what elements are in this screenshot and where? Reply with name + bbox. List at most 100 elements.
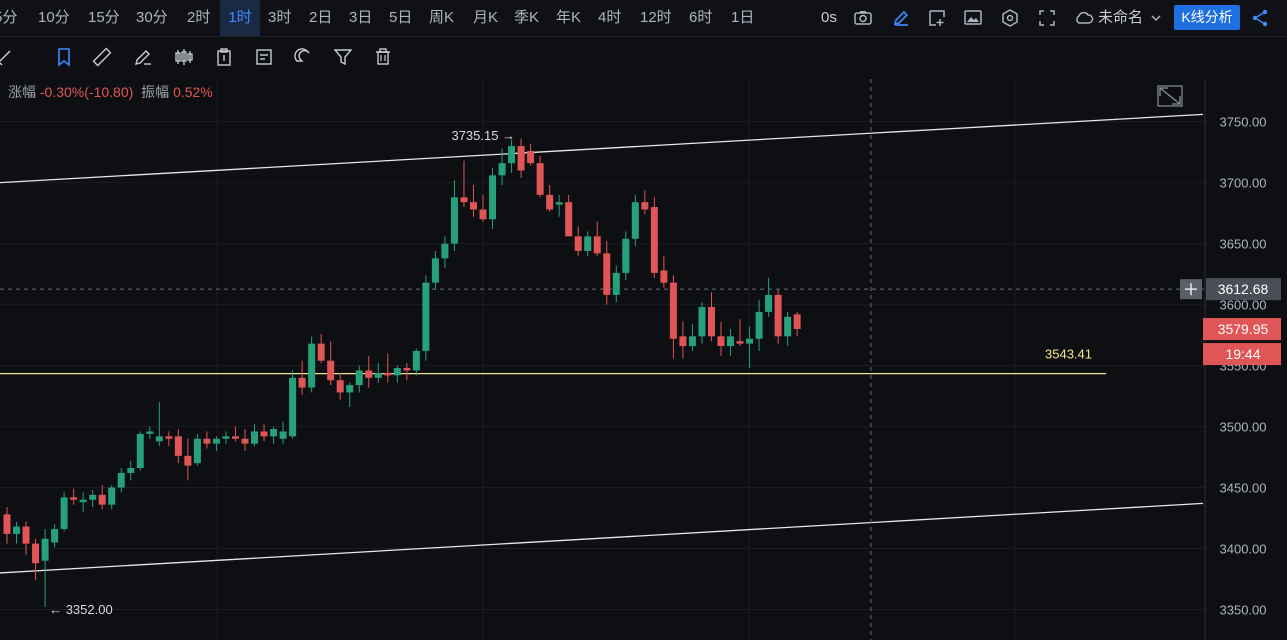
timeframe-6[interactable]: 3时 (268, 0, 291, 36)
candle-body (60, 497, 68, 530)
crosshair-price-label: 3612.68 (1218, 281, 1269, 297)
candle-body (212, 438, 220, 444)
candle-body (174, 436, 182, 456)
candle-body (89, 494, 97, 500)
candle-body (32, 543, 40, 564)
drawing-toolbar (0, 37, 1287, 77)
candle-body (317, 343, 325, 361)
ruler-icon[interactable] (92, 47, 112, 67)
candle-body (736, 341, 744, 344)
timeframe-9[interactable]: 5日 (389, 0, 412, 36)
change-value: -0.30%(-10.80) (39, 84, 134, 100)
candle-body (450, 197, 458, 244)
kline-analysis-button[interactable]: K线分析 (1174, 5, 1240, 30)
candle-body (641, 202, 649, 210)
settings-icon[interactable] (1000, 8, 1020, 28)
candle-body (489, 175, 497, 220)
timeframe-4[interactable]: 2时 (187, 0, 210, 36)
channel-upper-line[interactable] (0, 113, 1204, 184)
candle-body (146, 431, 154, 434)
timeframe-5[interactable]: 1时 (220, 0, 260, 36)
countdown-label: 19:44 (1225, 346, 1260, 362)
add-chart-icon[interactable] (927, 8, 947, 28)
magnet-icon[interactable] (293, 47, 313, 67)
image-save-icon[interactable] (963, 8, 983, 28)
candle-body (660, 270, 668, 283)
candle-body (289, 377, 297, 437)
crosshair-price-box (1206, 278, 1281, 301)
candle-body (70, 497, 78, 500)
candle-body (222, 436, 230, 439)
timeframe-10[interactable]: 周K (429, 0, 454, 36)
amplitude-label: 振幅 (141, 84, 170, 100)
countdown-box (1203, 343, 1281, 366)
candle-body (746, 338, 754, 344)
trash-icon[interactable] (373, 47, 393, 67)
timeframe-7[interactable]: 2日 (309, 0, 332, 36)
timeframe-17[interactable]: 1日 (731, 0, 754, 36)
candle-body (603, 253, 611, 295)
candle-body (155, 436, 163, 442)
y-tick-label: 3400.00 (1220, 542, 1267, 557)
candle-body (793, 314, 801, 330)
y-tick-label: 3600.00 (1220, 298, 1267, 313)
candle-body (136, 433, 144, 469)
pen-icon[interactable] (133, 47, 153, 67)
timeframe-1[interactable]: 10分 (38, 0, 70, 36)
expand-frame[interactable] (1157, 85, 1183, 107)
candle-body (79, 499, 87, 503)
candle-body (469, 202, 477, 210)
timeframe-8[interactable]: 3日 (349, 0, 372, 36)
candle-body (650, 207, 658, 273)
candle-body (374, 372, 382, 378)
pencil-icon[interactable] (891, 8, 911, 28)
clipboard-icon[interactable] (214, 47, 234, 67)
timeframe-16[interactable]: 6时 (689, 0, 712, 36)
channel-lower-line[interactable] (0, 502, 1204, 574)
candles-icon[interactable] (174, 47, 194, 67)
candle-body (336, 380, 344, 393)
note-icon[interactable] (254, 47, 274, 67)
timeframe-0[interactable]: 5分 (0, 0, 17, 36)
y-tick-label: 3350.00 (1220, 603, 1267, 618)
timeframe-15[interactable]: 12时 (640, 0, 672, 36)
crosshair-plus-box[interactable] (1180, 279, 1202, 300)
candle-body (193, 438, 201, 464)
fullscreen-icon[interactable] (1037, 8, 1057, 28)
candle-body (765, 294, 773, 312)
candle-body (51, 529, 59, 543)
change-label: 涨幅 (8, 84, 36, 100)
candle-body (279, 431, 287, 439)
timeframe-3[interactable]: 30分 (136, 0, 168, 36)
candle-body (774, 294, 782, 337)
timeframe-13[interactable]: 年K (556, 0, 581, 36)
timeframe-11[interactable]: 月K (473, 0, 498, 36)
candle-body (717, 336, 725, 347)
filter-icon[interactable] (333, 47, 353, 67)
chevron-down-icon[interactable] (1146, 8, 1166, 28)
bookmark-icon[interactable] (54, 47, 74, 67)
cross-tool-icon[interactable] (0, 47, 14, 67)
y-tick-label: 3700.00 (1220, 176, 1267, 191)
candle-body (108, 487, 116, 505)
candle-body (270, 429, 278, 437)
candle-body (574, 236, 582, 251)
support-label: 3543.41 (1045, 347, 1092, 362)
timeframe-12[interactable]: 季K (514, 0, 539, 36)
candle-body (565, 202, 573, 237)
timeframe-14[interactable]: 4时 (598, 0, 621, 36)
chart-name[interactable]: 未命名 (1098, 0, 1143, 36)
candle-body (508, 146, 516, 164)
candle-body (441, 243, 449, 259)
timeframe-2[interactable]: 15分 (88, 0, 120, 36)
candle-body (241, 438, 249, 444)
candle-body (784, 316, 792, 337)
candle-body (165, 436, 173, 439)
candle-body (298, 377, 306, 388)
cloud-icon[interactable] (1074, 8, 1094, 28)
camera-icon[interactable] (853, 8, 873, 28)
y-tick-label: 3650.00 (1220, 237, 1267, 252)
expand-icon[interactable] (1159, 87, 1181, 105)
share-icon[interactable] (1250, 8, 1270, 28)
candle-body (612, 272, 620, 295)
